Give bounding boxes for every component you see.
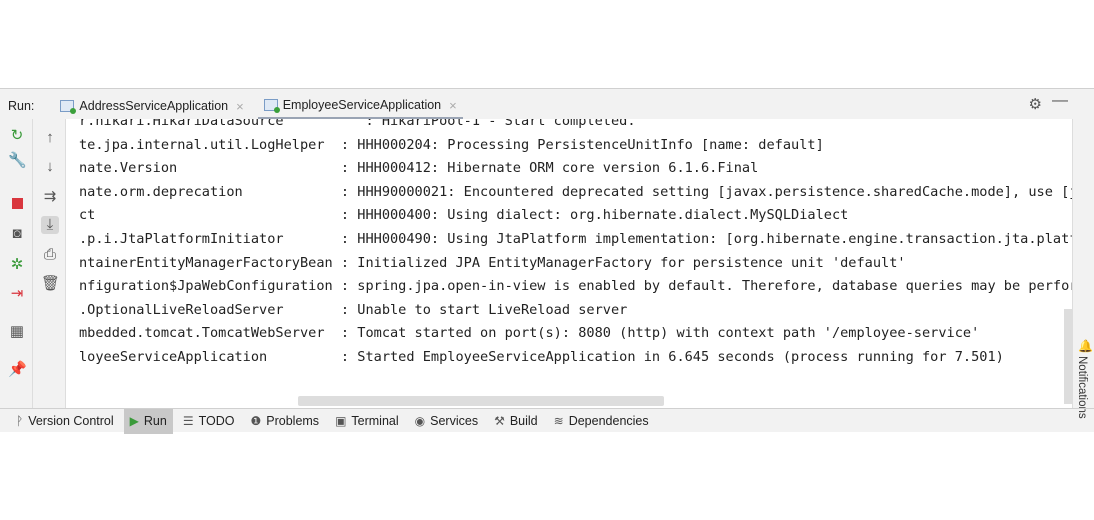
tool-label: Version Control (28, 414, 114, 428)
tab-label: EmployeeServiceApplication (282, 98, 442, 112)
console-line: ntainerEntityManagerFactoryBean : Initia… (79, 255, 906, 271)
tool-label: Dependencies (568, 414, 649, 428)
tool-label: Build (509, 414, 538, 428)
debug-icon[interactable]: ✲ (8, 256, 26, 274)
rerun-icon[interactable]: ↻ (8, 127, 26, 145)
wrench-icon[interactable]: 🔧 (8, 152, 27, 170)
services-icon: ◉ (414, 414, 426, 428)
terminal-icon: ▣ (335, 414, 347, 428)
tab-label: AddressServiceApplication (79, 99, 229, 113)
horizontal-scrollbar[interactable] (298, 396, 664, 406)
tool-label: Problems (266, 414, 320, 428)
console-line: r.hikari.HikariDataSource : HikariPool-1… (79, 119, 636, 129)
tool-label: Run (143, 414, 167, 428)
console-line: te.jpa.internal.util.LogHelper : HHH0002… (79, 137, 824, 153)
vertical-scrollbar[interactable] (1064, 309, 1072, 404)
run-tab-bar: Run: AddressServiceApplication × Employe… (0, 93, 1072, 119)
run-tool-window: Run: AddressServiceApplication × Employe… (0, 88, 1094, 434)
tool-window-bar: ᚹ Version Control ▶ Run ☰ TODO ❶ Problems ▣ T… (0, 408, 1094, 434)
console-line: .p.i.JtaPlatformInitiator : HHH000490: U… (79, 231, 1072, 247)
list-icon: ☰ (182, 414, 194, 428)
tool-terminal[interactable]: ▣ Terminal (329, 409, 405, 434)
tool-label: Terminal (351, 414, 399, 428)
close-icon[interactable]: × (236, 99, 244, 114)
console-toolbar: ↑ ↓ ⇉ ⤓ ⎙ 🗑 (33, 119, 66, 408)
arrow-up-icon[interactable]: ↑ (41, 129, 59, 147)
stop-icon[interactable] (8, 196, 26, 214)
tab-address-service[interactable]: AddressServiceApplication × (54, 93, 249, 119)
tool-problems[interactable]: ❶ Problems (245, 409, 326, 434)
layout-icon[interactable]: ▦ (8, 323, 26, 341)
minimize-icon[interactable]: — (1052, 92, 1068, 110)
console-line: mbedded.tomcat.TomcatWebServer : Tomcat … (79, 325, 980, 341)
tool-label: Services (430, 414, 479, 428)
console-line: nfiguration$JpaWebConfiguration : spring… (79, 278, 1072, 294)
run-icon: ▶ (129, 414, 139, 428)
close-icon[interactable]: × (449, 98, 457, 113)
branch-icon: ᚹ (16, 414, 24, 428)
build-icon: ⚒ (494, 414, 505, 428)
app-config-icon (60, 100, 77, 114)
pin-icon[interactable]: 📌 (8, 361, 27, 379)
print-icon[interactable]: ⎙ (41, 246, 59, 264)
problems-icon: ❶ (250, 414, 262, 428)
tool-services[interactable]: ◉ Services (409, 409, 484, 434)
notifications-strip[interactable]: 🔔 Notifications (1072, 119, 1094, 419)
console-line: loyeeServiceApplication : Started Employ… (79, 349, 1004, 365)
dependencies-icon: ≋ (553, 414, 564, 428)
console-output[interactable]: r.hikari.HikariDataSource : HikariPool-1… (66, 119, 1072, 408)
tool-version-control[interactable]: ᚹ Version Control (10, 409, 120, 434)
console-line: nate.orm.deprecation : HHH90000021: Enco… (79, 184, 1072, 200)
bell-icon: 🔔 (1078, 339, 1093, 353)
camera-icon[interactable]: ◙ (8, 225, 26, 243)
arrow-down-icon[interactable]: ↓ (41, 158, 59, 176)
run-label: Run: (8, 99, 35, 113)
run-actions-toolbar: ↻ 🔧 ◙ ✲ ⇥ ▦ 📌 (0, 119, 33, 408)
trash-icon[interactable]: 🗑 (41, 275, 60, 293)
tool-run[interactable]: ▶ Run (123, 408, 173, 434)
console-line: nate.Version : HHH000412: Hibernate ORM … (79, 160, 759, 176)
gear-icon[interactable]: ⚙ (1029, 95, 1042, 113)
tool-build[interactable]: ⚒ Build (488, 409, 544, 434)
scroll-to-end-icon[interactable]: ⤓ (41, 216, 59, 234)
tab-employee-service[interactable]: EmployeeServiceApplication × (257, 93, 463, 119)
tool-todo[interactable]: ☰ TODO (177, 409, 241, 434)
exit-icon[interactable]: ⇥ (8, 285, 26, 303)
tool-label: TODO (198, 414, 235, 428)
console-line: .OptionalLiveReloadServer : Unable to st… (79, 302, 628, 318)
soft-wrap-icon[interactable]: ⇉ (41, 188, 59, 206)
console-line: ct : HHH000400: Using dialect: org.hiber… (79, 207, 849, 223)
app-config-icon (263, 99, 280, 113)
tool-dependencies[interactable]: ≋ Dependencies (548, 409, 655, 434)
